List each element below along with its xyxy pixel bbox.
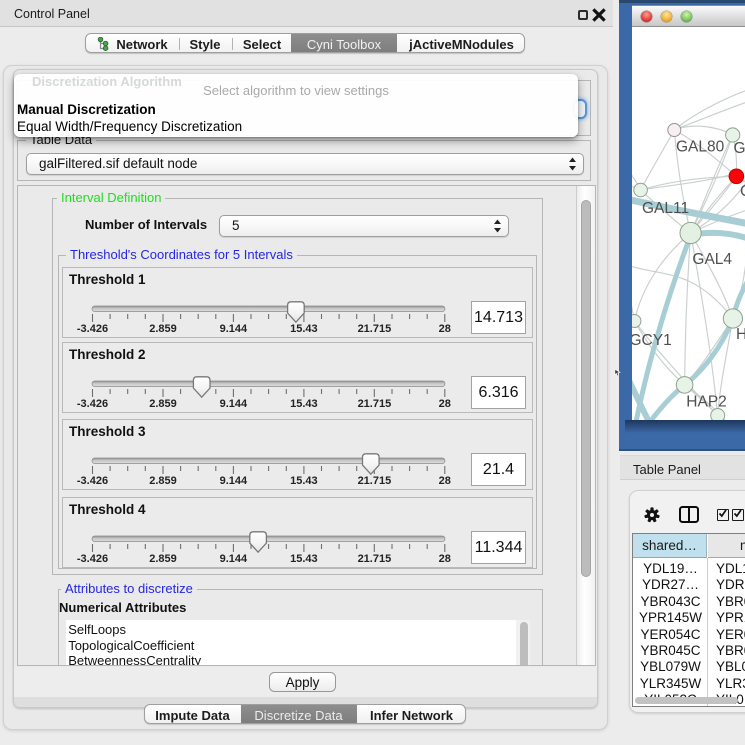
- svg-text:GA: GA: [734, 140, 745, 157]
- svg-text:GAL80: GAL80: [676, 138, 725, 155]
- svg-text:C: C: [740, 183, 745, 200]
- svg-text:GCY1: GCY1: [632, 332, 672, 349]
- svg-text:GAL4: GAL4: [692, 251, 732, 268]
- svg-text:H: H: [736, 326, 745, 343]
- svg-text:HAP2: HAP2: [686, 394, 727, 411]
- svg-text:GAL11: GAL11: [642, 200, 689, 217]
